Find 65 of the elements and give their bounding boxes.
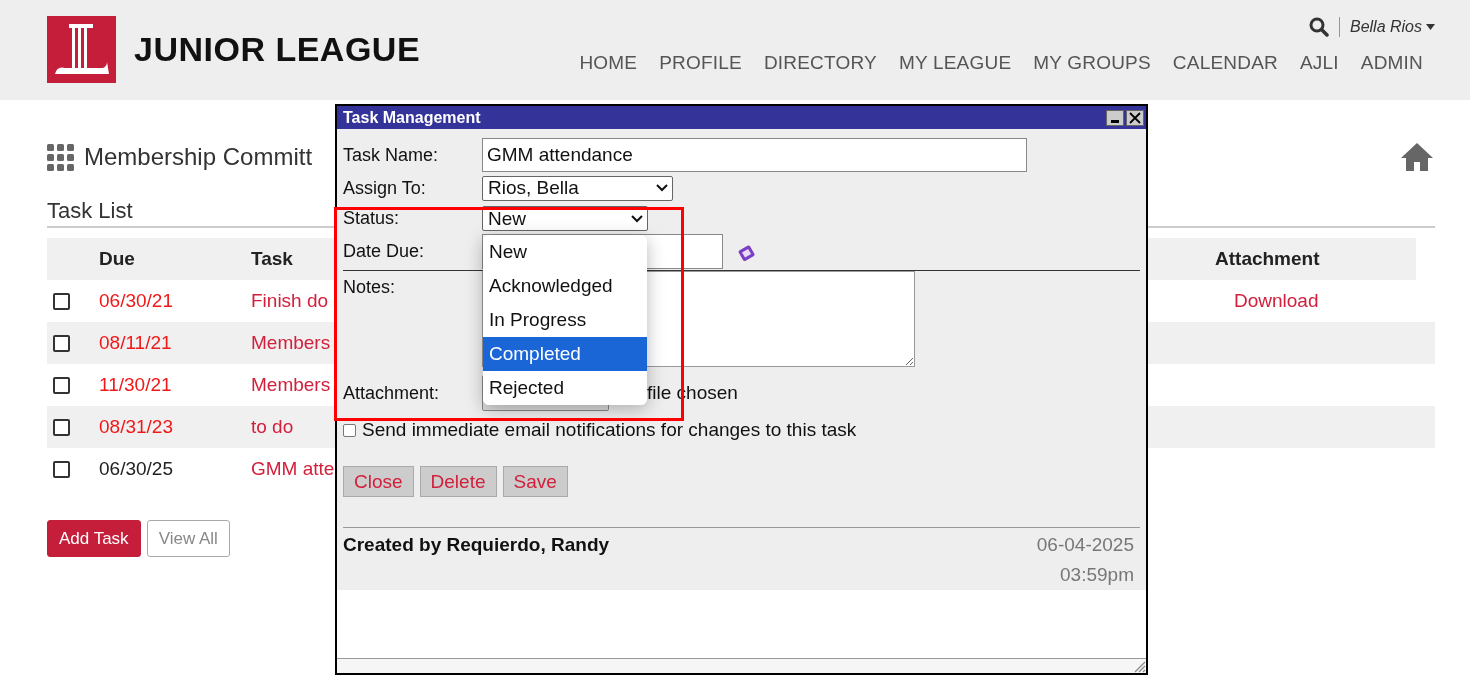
grid-icon bbox=[47, 143, 74, 171]
task-link[interactable]: GMM atte bbox=[251, 458, 335, 480]
user-menu[interactable]: Bella Rios bbox=[1349, 18, 1435, 36]
created-by: Created by Requierdo, Randy bbox=[343, 534, 610, 557]
nav-link[interactable]: CALENDAR bbox=[1172, 52, 1278, 74]
nav-link[interactable]: AJLI bbox=[1299, 52, 1339, 74]
column-header: Task bbox=[251, 248, 293, 270]
logo-icon[interactable] bbox=[47, 16, 116, 83]
dropdown-option[interactable]: Acknowledged bbox=[483, 269, 647, 303]
download-link[interactable]: Download bbox=[1234, 290, 1319, 312]
checkbox-label: Send immediate email notifications for changes to this task bbox=[362, 419, 857, 441]
task-name-field[interactable]: GMM attendance bbox=[482, 138, 1027, 172]
field-label: Status: bbox=[343, 208, 401, 229]
due-date: 06/30/25 bbox=[99, 458, 173, 480]
task-link[interactable]: Members bbox=[251, 374, 331, 396]
field-label: Assign To: bbox=[343, 177, 427, 199]
dialog-button[interactable]: Close bbox=[343, 466, 414, 497]
checkbox[interactable] bbox=[53, 334, 70, 352]
chevron-icon bbox=[656, 184, 668, 192]
task-link[interactable]: to do bbox=[251, 416, 294, 438]
minimize-icon[interactable] bbox=[1106, 109, 1124, 126]
checkbox[interactable] bbox=[53, 376, 70, 394]
checkbox[interactable] bbox=[53, 292, 70, 310]
column-header: Attachment bbox=[1215, 248, 1321, 270]
add-task-button[interactable]: Add Task bbox=[47, 520, 141, 557]
chevron-icon bbox=[631, 214, 643, 223]
column-header: Due bbox=[99, 248, 136, 270]
view-all-button[interactable]: View All bbox=[146, 520, 230, 557]
dialog-button[interactable]: Delete bbox=[419, 466, 497, 497]
nav-link[interactable]: ADMIN bbox=[1360, 52, 1423, 74]
due-date: 08/31/23 bbox=[99, 416, 173, 438]
nav-link[interactable]: PROFILE bbox=[659, 52, 742, 74]
dropdown-option[interactable]: New bbox=[483, 235, 647, 269]
checkbox[interactable] bbox=[53, 460, 70, 478]
nav-link[interactable]: MY GROUPS bbox=[1033, 52, 1151, 74]
nav-link[interactable]: MY LEAGUE bbox=[898, 52, 1012, 74]
dropdown-option[interactable]: Rejected bbox=[483, 371, 647, 405]
dialog-title: Task Management bbox=[343, 108, 481, 127]
due-date: 06/30/21 bbox=[99, 290, 173, 312]
home-icon[interactable] bbox=[1399, 141, 1435, 173]
resize-grip-icon[interactable] bbox=[1133, 660, 1146, 673]
nav-link[interactable]: HOME bbox=[579, 52, 638, 74]
page-title: Membership Committ bbox=[84, 143, 313, 171]
task-link[interactable]: Finish do bbox=[251, 290, 329, 312]
assign-select[interactable]: Rios, Bella bbox=[482, 175, 673, 201]
caret-icon bbox=[1426, 24, 1435, 30]
due-date: 08/11/21 bbox=[99, 332, 172, 354]
search-icon[interactable] bbox=[1308, 17, 1329, 37]
dialog-button[interactable]: Save bbox=[502, 466, 568, 497]
status-select[interactable]: New bbox=[482, 206, 648, 231]
field-label: Date Due: bbox=[343, 241, 426, 262]
created-time: 03:59pm bbox=[1060, 564, 1134, 586]
created-date: 06-04-2025 bbox=[1036, 534, 1134, 556]
task-link[interactable]: Members bbox=[251, 332, 331, 354]
due-date: 11/30/21 bbox=[99, 374, 172, 396]
checkbox[interactable] bbox=[53, 418, 70, 436]
dropdown-option[interactable]: Completed bbox=[483, 337, 647, 371]
brand-name: JUNIOR LEAGUE bbox=[134, 30, 421, 69]
field-label: Task Name: bbox=[343, 144, 440, 166]
field-label: Attachment: bbox=[343, 382, 441, 404]
nav-link[interactable]: DIRECTORY bbox=[763, 52, 877, 74]
field-label: Notes: bbox=[343, 277, 397, 298]
close-icon[interactable] bbox=[1126, 109, 1144, 126]
notify-checkbox[interactable] bbox=[343, 423, 356, 437]
dropdown-option[interactable]: In Progress bbox=[483, 303, 647, 337]
